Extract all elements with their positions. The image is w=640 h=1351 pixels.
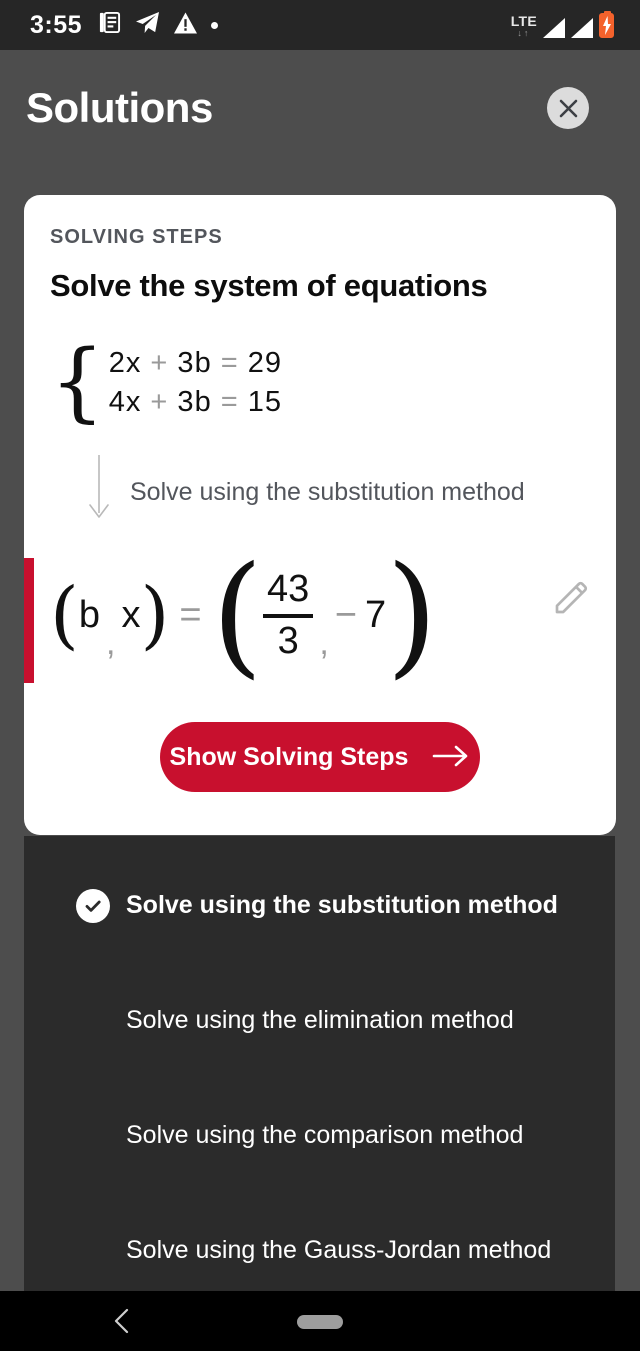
close-button[interactable] [547,87,589,129]
answer-comma-2: , [319,623,329,662]
fraction-numerator: 43 [267,567,310,610]
page-header: Solutions [0,50,640,195]
solution-card: SOLVING STEPS Solve the system of equati… [24,195,616,835]
close-icon [558,98,579,119]
notes-icon [98,11,121,39]
selected-method-note: Solve using the substitution method [130,478,525,506]
warning-icon [174,11,198,39]
dot-icon [211,21,219,29]
system-navigation-bar [0,1291,640,1351]
eq2-plus: + [150,386,169,418]
eq1-var-a: x [125,347,142,379]
answer-rhs-open-paren: ( [211,538,264,692]
answer-accent-bar [24,558,34,683]
eq2-coef-a: 4 [108,386,126,418]
arrow-right-icon [432,744,470,771]
method-item-substitution[interactable]: Solve using the substitution method [24,848,615,963]
fraction-denominator: 3 [277,619,299,662]
answer-fraction: 43 3 [263,567,314,662]
eq1-equals: = [220,347,239,379]
card-section-label: SOLVING STEPS [50,226,223,248]
status-bar: 3:55 LTE ↓↑ [0,0,640,50]
answer-comma-1: , [106,623,116,662]
status-notification-icons [98,11,219,39]
method-item-comparison[interactable]: Solve using the comparison method [24,1078,615,1193]
signal-bar-icon-1 [543,17,565,38]
app-screen: 3:55 LTE ↓↑ Solutions SOLVING STEPS Solv… [0,0,640,1351]
method-label: Solve using the elimination method [126,1006,514,1034]
eq1-coef-b: 3 [177,347,195,379]
eq2-coef-b: 3 [177,386,195,418]
lte-indicator: LTE ↓↑ [511,14,537,38]
eq1-coef-a: 2 [108,347,126,379]
equation-row: 2x + 3b = 29 [109,347,282,380]
answer-expression: ( b , x ) = ( 43 3 , − 7 ) [50,538,438,692]
show-solving-steps-label: Show Solving Steps [169,742,409,771]
answer-equals: = [179,594,202,637]
status-system-icons: LTE ↓↑ [511,10,624,38]
fraction-bar [263,613,314,618]
answer-var-1: b [78,594,101,637]
data-arrows-icon: ↓↑ [517,27,531,38]
answer-lhs-open-paren: ( [50,572,79,659]
show-solving-steps-button[interactable]: Show Solving Steps [160,722,480,792]
answer-var-2: x [121,594,141,637]
eq1-rhs: 29 [247,347,283,379]
answer-lhs-close-paren: ) [140,572,170,659]
back-chevron-icon[interactable] [113,1308,131,1339]
home-handle-icon[interactable] [297,1315,343,1329]
eq1-plus: + [150,347,169,379]
page-title: Solutions [26,84,213,131]
lte-label: LTE [510,12,537,29]
answer-minus-sign: − [334,594,357,637]
method-label: Solve using the Gauss-Jordan method [126,1236,552,1264]
eq2-var-b: b [194,386,212,418]
equation-row: 4x + 3b = 15 [109,386,282,419]
check-circle-icon [76,888,110,923]
system-brace-icon: { [50,332,105,433]
pencil-icon[interactable] [552,577,592,622]
eq2-rhs: 15 [247,386,283,418]
telegram-icon [135,11,160,39]
method-label: Solve using the comparison method [126,1121,524,1149]
card-title: Solve the system of equations [50,268,488,303]
equation-system: { 2x + 3b = 29 4x + 3b = 15 [50,332,282,433]
eq2-equals: = [220,386,239,418]
step-arrow-icon [86,455,112,526]
methods-list: Solve using the substitution method Solv… [24,836,615,1291]
eq1-var-b: b [194,347,212,379]
method-label: Solve using the substitution method [126,891,558,919]
signal-bar-icon-2 [571,17,593,38]
answer-rhs-close-paren: ) [386,538,438,692]
answer-value-2: 7 [364,594,387,637]
battery-charging-icon [599,10,614,38]
method-item-elimination[interactable]: Solve using the elimination method [24,963,615,1078]
status-time: 3:55 [30,10,83,39]
eq2-var-a: x [125,386,142,418]
